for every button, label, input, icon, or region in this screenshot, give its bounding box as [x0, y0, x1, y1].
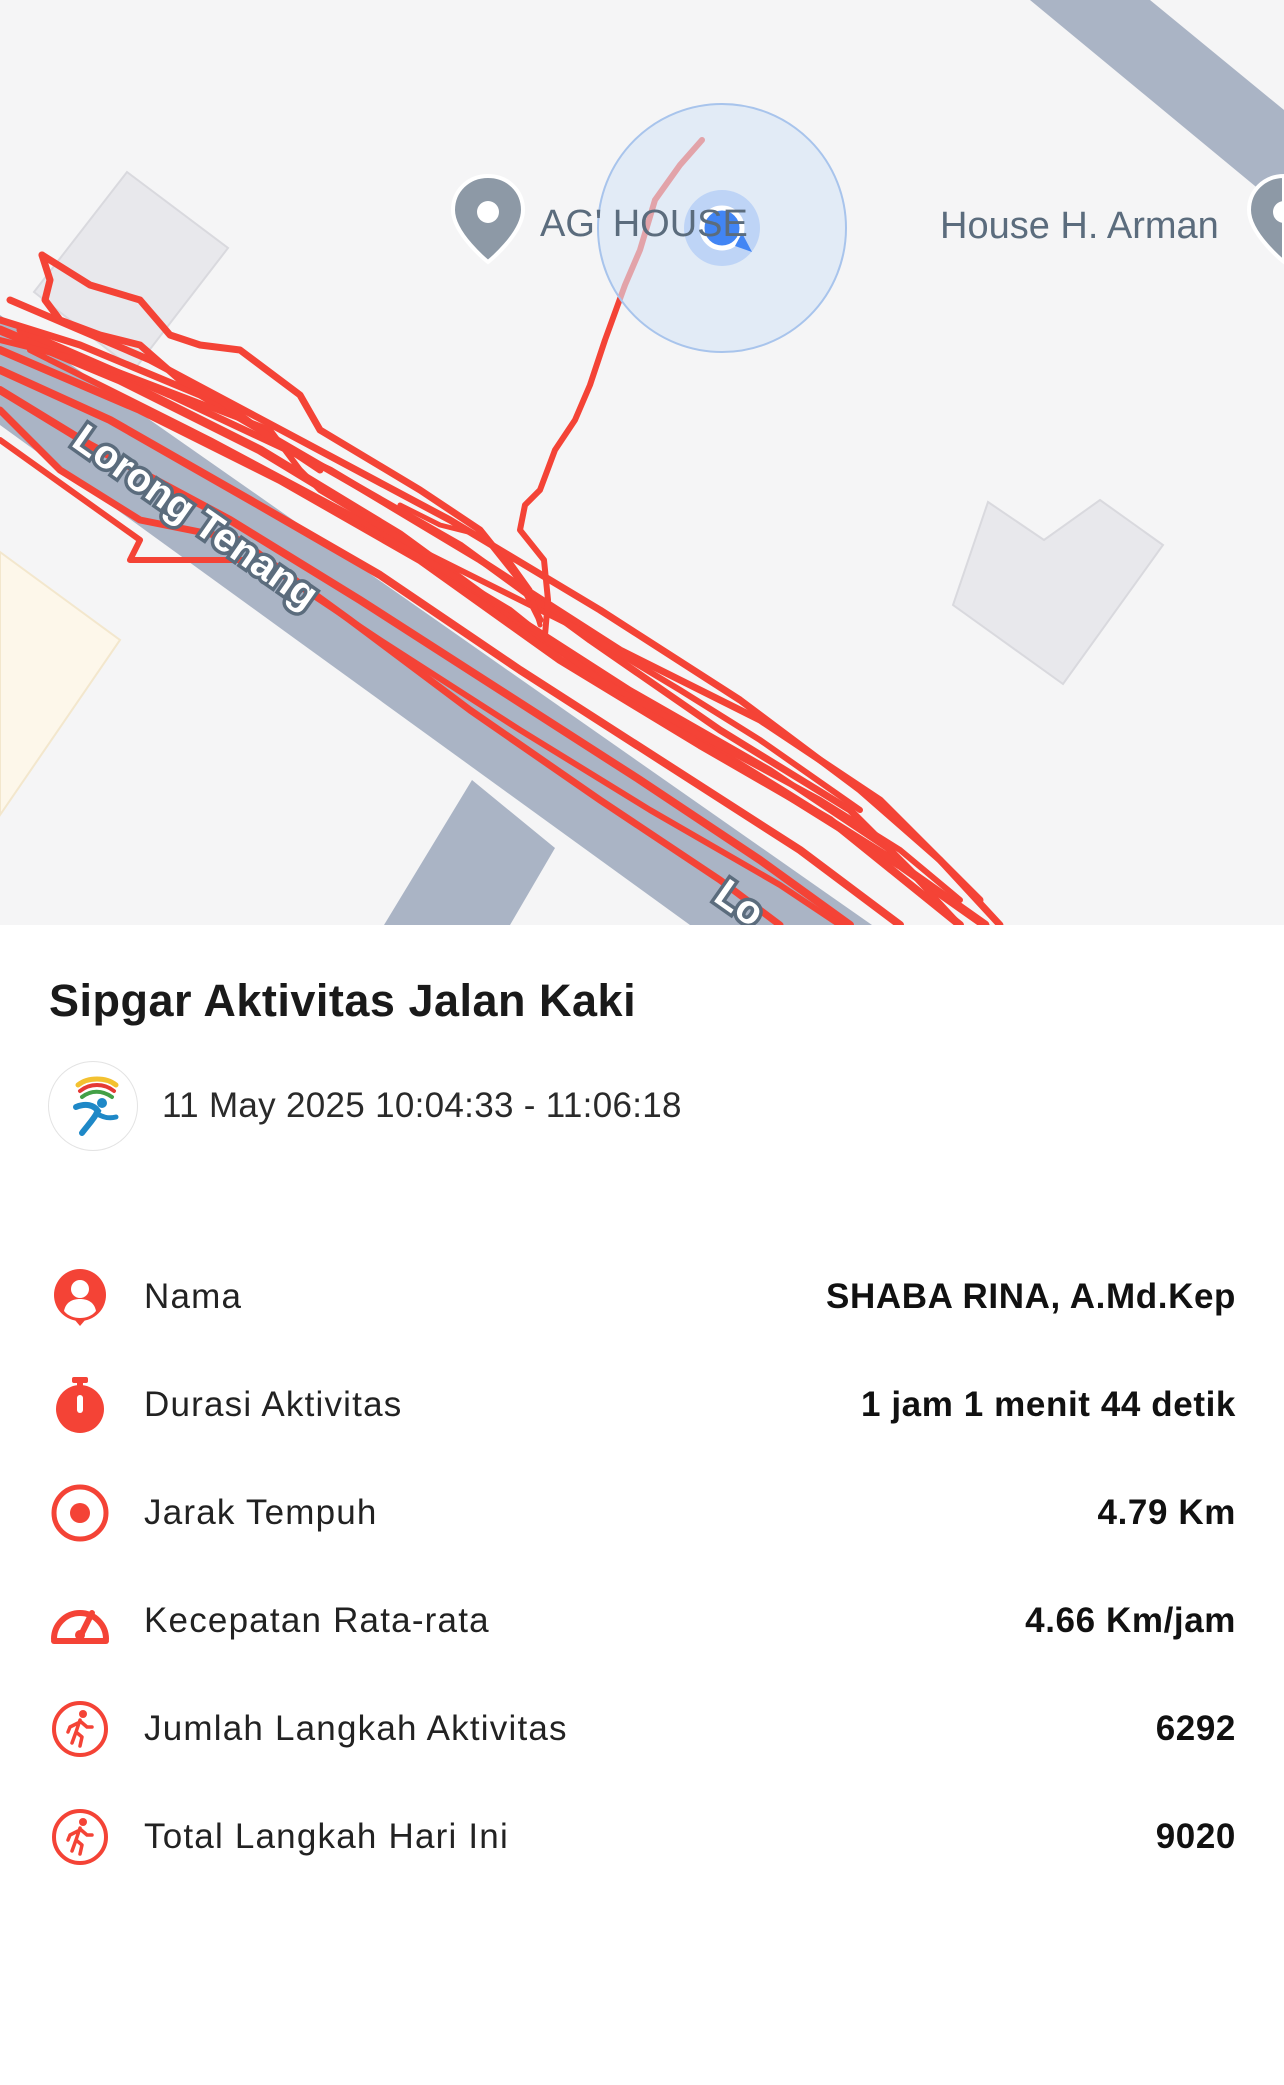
- stat-value: 9020: [1155, 1817, 1236, 1856]
- stopwatch-icon: [48, 1373, 112, 1437]
- target-icon: [48, 1481, 112, 1545]
- activity-datetime: 11 May 2025 10:04:33 - 11:06:18: [162, 1086, 682, 1125]
- walking-icon: [48, 1697, 112, 1761]
- speedometer-icon: [48, 1589, 112, 1653]
- stats-list: Nama SHABA RINA, A.Md.Kep Durasi Aktivit…: [48, 1243, 1236, 1891]
- poi-label-ag-house[interactable]: AG' HOUSE: [540, 203, 748, 245]
- activity-meta: 11 May 2025 10:04:33 - 11:06:18: [48, 1061, 682, 1151]
- stat-label: Durasi Aktivitas: [144, 1385, 403, 1424]
- stat-row-jarak: Jarak Tempuh 4.79 Km: [48, 1459, 1236, 1567]
- walking-icon: [48, 1805, 112, 1869]
- building-footprint: [951, 498, 1165, 686]
- map-view[interactable]: AG' HOUSE House H. Arman Lorong Tenang L…: [0, 0, 1284, 925]
- person-icon: [48, 1265, 112, 1329]
- stat-label: Nama: [144, 1277, 243, 1316]
- stat-value: 1 jam 1 menit 44 detik: [860, 1385, 1236, 1424]
- stat-label: Kecepatan Rata-rata: [144, 1601, 490, 1640]
- poi-pin-icon[interactable]: [450, 173, 526, 265]
- stat-value: 4.79 Km: [1097, 1493, 1236, 1532]
- stat-row-jumlah-langkah: Jumlah Langkah Aktivitas 6292: [48, 1675, 1236, 1783]
- runner-logo-icon: [48, 1061, 138, 1151]
- stat-row-kecepatan: Kecepatan Rata-rata 4.66 Km/jam: [48, 1567, 1236, 1675]
- stat-value: 6292: [1155, 1709, 1236, 1748]
- activity-title: Sipgar Aktivitas Jalan Kaki: [49, 975, 637, 1026]
- stat-value: 4.66 Km/jam: [1025, 1601, 1236, 1640]
- stat-row-durasi: Durasi Aktivitas 1 jam 1 menit 44 detik: [48, 1351, 1236, 1459]
- landuse-area: [0, 550, 122, 817]
- stat-row-total-langkah: Total Langkah Hari Ini 9020: [48, 1783, 1236, 1891]
- stat-label: Jarak Tempuh: [144, 1493, 378, 1532]
- road-top-right: [1030, 0, 1284, 210]
- stat-row-nama: Nama SHABA RINA, A.Md.Kep: [48, 1243, 1236, 1351]
- activity-details: Sipgar Aktivitas Jalan Kaki 11 May 2025 …: [0, 925, 1284, 2085]
- stat-value: SHABA RINA, A.Md.Kep: [826, 1277, 1236, 1316]
- stat-label: Total Langkah Hari Ini: [144, 1817, 509, 1856]
- poi-pin-icon[interactable]: [1246, 173, 1284, 265]
- poi-label-house-h-arman[interactable]: House H. Arman: [940, 205, 1219, 247]
- stat-label: Jumlah Langkah Aktivitas: [144, 1709, 568, 1748]
- map-canvas[interactable]: AG' HOUSE House H. Arman Lorong Tenang L…: [0, 0, 1284, 925]
